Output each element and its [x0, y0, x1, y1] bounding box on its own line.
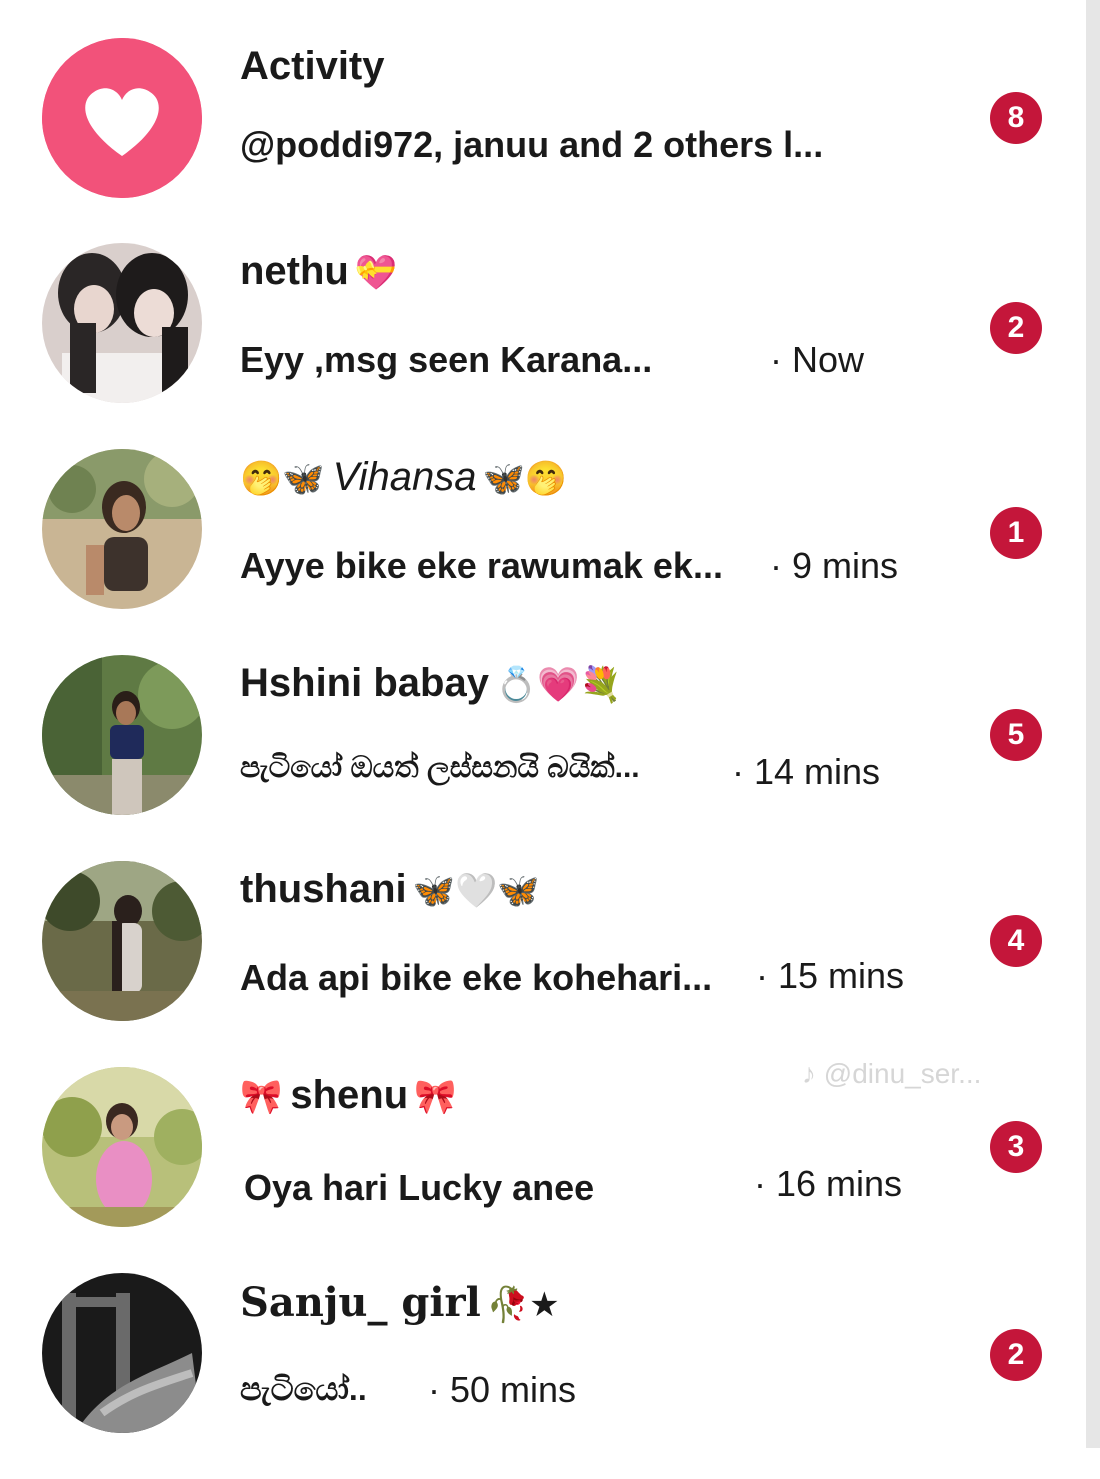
activity-preview: @poddi972, januu and 2 others l...	[240, 124, 824, 165]
right-edge-bar	[1086, 0, 1100, 1448]
avatar	[42, 1067, 202, 1227]
heart-icon	[42, 38, 202, 198]
chat-time: · 9 mins	[770, 545, 899, 586]
chat-name: thushani 🦋🤍🦋	[240, 867, 540, 911]
avatar	[42, 243, 202, 403]
watermark: ♪ @dinu_ser...	[802, 1058, 982, 1089]
chat-row-vihansa[interactable]: 🤭🦋 Vihansa 🦋🤭 Ayye bike eke rawumak ek... …	[0, 449, 1086, 655]
chat-preview: Ayye bike eke rawumak ek...	[240, 545, 723, 586]
chat-time: · 15 mins	[756, 955, 905, 996]
chat-name: nethu 💝	[240, 249, 398, 293]
activity-row[interactable]: Activity @poddi972, januu and 2 others l…	[0, 38, 1086, 244]
chat-name: 🎀 shenu 🎀	[240, 1073, 457, 1117]
chat-name: 🤭🦋 Vihansa 🦋🤭	[240, 455, 568, 499]
chat-name: Hshini babay 💍💗💐	[240, 661, 622, 705]
unread-badge: 5	[990, 709, 1042, 761]
chat-row-shenu[interactable]: 🎀 shenu 🎀 Oya hari Lucky anee · 16 mins 3	[0, 1067, 1086, 1273]
chat-preview: Eyy ,msg seen Karana...	[240, 339, 653, 380]
unread-badge: 8	[990, 92, 1042, 144]
chat-row-thushani[interactable]: thushani 🦋🤍🦋 Ada api bike eke kohehari...…	[0, 861, 1086, 1067]
chat-preview: පැටියෝ..	[240, 1371, 367, 1407]
avatar	[42, 1273, 202, 1433]
unread-badge: 1	[990, 507, 1042, 559]
unread-badge: 3	[990, 1121, 1042, 1173]
unread-badge: 4	[990, 915, 1042, 967]
avatar	[42, 655, 202, 815]
chat-row-sanju[interactable]: Sanju_ girl 🥀★ පැටියෝ.. · 50 mins 2	[0, 1273, 1086, 1479]
unread-badge: 2	[990, 1329, 1042, 1381]
chat-time: · Now	[770, 339, 865, 380]
chat-time: · 50 mins	[428, 1369, 577, 1410]
chat-time: · 14 mins	[732, 751, 881, 792]
chat-row-hshini[interactable]: Hshini babay 💍💗💐 පැටියෝ ඔයත් ලස්සනයි බයික…	[0, 655, 1086, 861]
activity-avatar	[42, 38, 202, 198]
avatar	[42, 861, 202, 1021]
unread-badge: 2	[990, 302, 1042, 354]
chat-preview: පැටියෝ ඔයත් ලස්සනයි බයික්...	[240, 751, 640, 784]
chat-preview: Ada api bike eke kohehari...	[240, 957, 713, 998]
avatar	[42, 449, 202, 609]
chat-row-nethu[interactable]: nethu 💝 Eyy ,msg seen Karana... · Now 2	[0, 243, 1086, 449]
chat-preview: Oya hari Lucky anee	[244, 1167, 595, 1208]
activity-title: Activity	[240, 44, 385, 88]
chat-name: Sanju_ girl 🥀★	[240, 1279, 560, 1326]
chat-time: · 16 mins	[754, 1163, 903, 1204]
